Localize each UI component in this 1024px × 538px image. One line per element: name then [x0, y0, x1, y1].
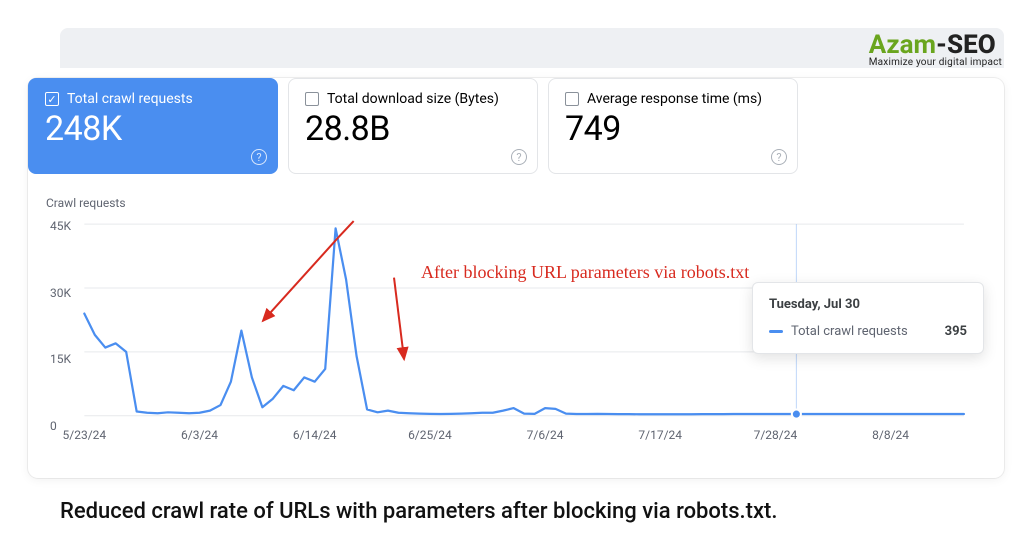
tile-value: 749: [565, 111, 781, 148]
checkbox-icon: [45, 92, 59, 106]
x-tick-label: 6/25/24: [408, 428, 452, 442]
tile-value: 28.8B: [305, 111, 521, 148]
x-tick-label: 8/8/24: [872, 428, 909, 442]
brand-logo: Azam-SEO Maximize your digital impact: [869, 32, 1002, 68]
figure-caption: Reduced crawl rate of URLs with paramete…: [60, 499, 984, 524]
chart-area: Crawl requests 45K 30K 15K 0: [46, 196, 974, 454]
tile-label: Total crawl requests: [67, 91, 193, 107]
chart-title: Crawl requests: [46, 196, 974, 210]
tile-label: Average response time (ms): [587, 91, 762, 107]
tile-total-crawl-requests[interactable]: Total crawl requests 248K ?: [28, 78, 278, 174]
help-icon[interactable]: ?: [511, 149, 527, 165]
series-color-swatch: [769, 330, 783, 333]
checkbox-icon: [305, 92, 319, 106]
line-chart[interactable]: 45K 30K 15K 0 After blocking URL paramet…: [46, 212, 974, 442]
tile-total-download-size[interactable]: Total download size (Bytes) 28.8B ?: [288, 78, 538, 174]
logo-tagline: Maximize your digital impact: [869, 58, 1002, 68]
x-tick-label: 7/17/24: [638, 428, 682, 442]
tooltip-title: Tuesday, Jul 30: [769, 297, 967, 312]
tile-label: Total download size (Bytes): [327, 91, 499, 107]
logo-part-a: Azam: [869, 30, 936, 60]
x-tick-label: 5/23/24: [63, 428, 107, 442]
tile-avg-response-time[interactable]: Average response time (ms) 749 ?: [548, 78, 798, 174]
help-icon[interactable]: ?: [771, 149, 787, 165]
metrics-card: Total crawl requests 248K ? Total downlo…: [28, 78, 1004, 478]
x-tick-label: 7/28/24: [754, 428, 798, 442]
tile-value: 248K: [45, 111, 261, 148]
metric-tiles: Total crawl requests 248K ? Total downlo…: [28, 78, 1004, 174]
x-tick-label: 6/3/24: [181, 428, 218, 442]
tooltip-value: 395: [945, 324, 967, 339]
chart-tooltip: Tuesday, Jul 30 Total crawl requests 395: [752, 282, 984, 354]
page-header-strip: [60, 28, 1004, 68]
checkbox-icon: [565, 92, 579, 106]
tooltip-series: Total crawl requests: [791, 324, 908, 339]
help-icon[interactable]: ?: [251, 149, 267, 165]
x-tick-label: 7/6/24: [527, 428, 564, 442]
logo-part-b: -SEO: [936, 30, 996, 60]
x-tick-label: 6/14/24: [293, 428, 337, 442]
